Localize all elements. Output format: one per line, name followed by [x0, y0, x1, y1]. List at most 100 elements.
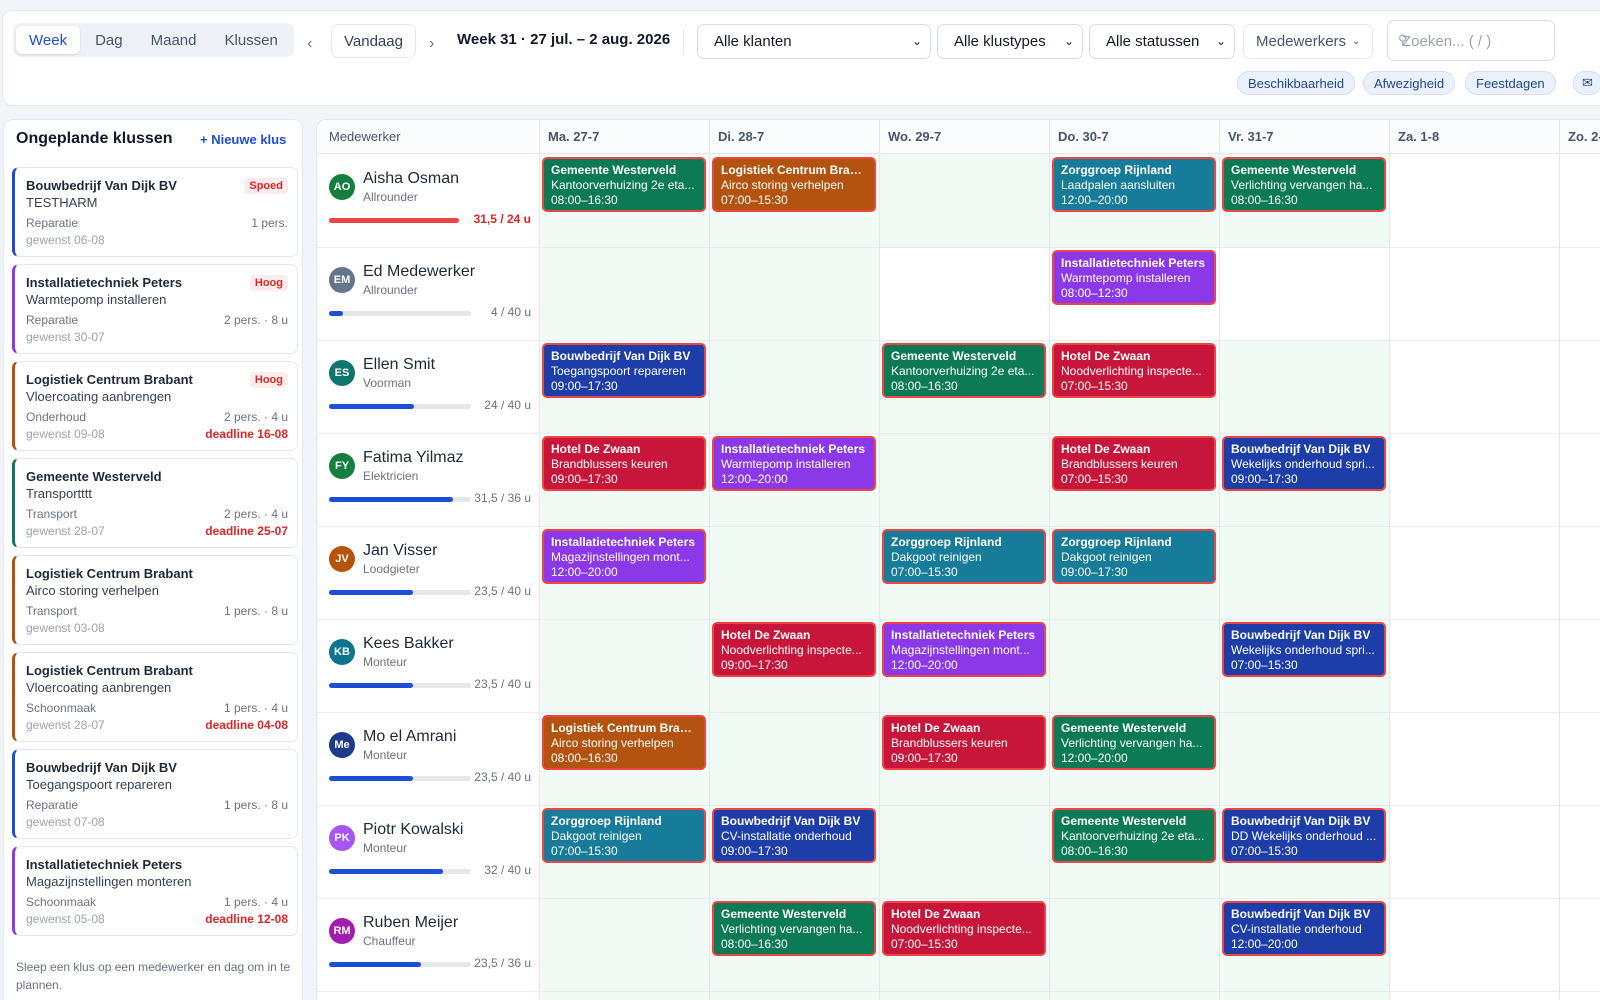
- employee-role: Voorman: [363, 376, 412, 390]
- unplanned-job-card[interactable]: Installatietechniek Peters Warmtepomp ins…: [12, 264, 298, 354]
- absence-toggle[interactable]: Afwezigheid: [1363, 71, 1456, 95]
- planned-job-block[interactable]: Bouwbedrijf Van Dijk BV Toegangspoort rep…: [542, 343, 706, 398]
- employees-filter-label: Medewerkers: [1256, 33, 1347, 50]
- job-client: Zorggroep Rijnland: [1061, 163, 1172, 177]
- planned-job-block[interactable]: Bouwbedrijf Van Dijk BV CV-installatie on…: [1222, 901, 1386, 956]
- holidays-toggle[interactable]: Feestdagen: [1465, 71, 1556, 95]
- day-header: Wo. 29-7: [888, 129, 942, 144]
- view-jobs-tab[interactable]: Klussen: [211, 26, 290, 54]
- chevron-left-icon[interactable]: ‹: [307, 35, 312, 53]
- job-type: Reparatie: [26, 313, 79, 327]
- job-title: Magazijnstellingen mont...: [891, 643, 1030, 657]
- view-month-tab[interactable]: Maand: [138, 26, 210, 54]
- job-type: Reparatie: [26, 798, 79, 812]
- unplanned-job-card[interactable]: Gemeente Westerveld Transportttt Transport…: [12, 458, 298, 548]
- unplanned-job-card[interactable]: Logistiek Centrum Brabant Airco storing v…: [12, 555, 298, 645]
- employee-name: Jan Visser: [363, 542, 438, 559]
- planned-job-block[interactable]: Hotel De Zwaan Brandblussers keuren 09:00–…: [542, 436, 706, 491]
- planned-job-block[interactable]: Bouwbedrijf Van Dijk BV CV-installatie on…: [712, 808, 876, 863]
- day-header: Zo. 2-8: [1568, 129, 1600, 144]
- job-people: 1 pers. · 8 u: [223, 604, 288, 618]
- employee-row-header[interactable]: KB Kees Bakker Monteur 23,5 / 40 u: [317, 619, 537, 712]
- job-wanted-date: gewenst 03-08: [26, 621, 105, 635]
- planned-job-block[interactable]: Logistiek Centrum Brab... Airco storing v…: [542, 715, 706, 770]
- job-type: Transport: [26, 507, 77, 521]
- planned-job-block[interactable]: Hotel De Zwaan Noodverlichting inspecte..…: [1052, 343, 1216, 398]
- availability-toggle[interactable]: Beschikbaarheid: [1237, 71, 1356, 95]
- planned-job-block[interactable]: Hotel De Zwaan Noodverlichting inspecte..…: [882, 901, 1046, 956]
- day-column: [1389, 154, 1559, 1000]
- hours-progress-bar: [329, 311, 471, 316]
- employee-row-header[interactable]: FY Fatima Yilmaz Elektricien 31,5 / 36 u: [317, 433, 537, 526]
- employee-column-header: Medewerker: [329, 129, 401, 144]
- planned-job-block[interactable]: Gemeente Westerveld Kantoorverhuizing 2e …: [542, 157, 706, 212]
- planned-job-block[interactable]: Bouwbedrijf Van Dijk BV Wekelijks onderho…: [1222, 622, 1386, 677]
- job-client: Bouwbedrijf Van Dijk BV: [721, 814, 861, 828]
- employee-row-header[interactable]: Me Mo el Amrani Monteur 23,5 / 40 u: [317, 712, 537, 805]
- client-filter-select[interactable]: Alle klanten ⌄: [697, 24, 931, 59]
- unplanned-job-card[interactable]: Logistiek Centrum Brabant Vloercoating aa…: [12, 361, 298, 451]
- view-day-tab[interactable]: Dag: [82, 26, 136, 54]
- employees-filter-button[interactable]: Medewerkers ⌄: [1243, 24, 1374, 59]
- employee-row-header[interactable]: PK Piotr Kowalski Monteur 32 / 40 u: [317, 805, 537, 898]
- employee-row-header[interactable]: EM Ed Medewerker Allrounder 4 / 40 u: [317, 247, 537, 340]
- employee-role: Elektricien: [363, 469, 419, 483]
- employee-role: Loodgieter: [363, 562, 420, 576]
- planned-job-block[interactable]: Installatietechniek Peters Magazijnstelli…: [542, 529, 706, 584]
- employee-row-header[interactable]: JV Jan Visser Loodgieter 23,5 / 40 u: [317, 526, 537, 619]
- employee-row-header[interactable]: RM Ruben Meijer Chauffeur 23,5 / 36 u: [317, 898, 537, 991]
- job-people: 1 pers. · 4 u: [223, 895, 288, 909]
- unplanned-job-card[interactable]: Installatietechniek Peters Magazijnstelli…: [12, 846, 298, 936]
- employee-row-header[interactable]: AO Aisha Osman Allrounder 31,5 / 24 u: [317, 154, 537, 247]
- search-input[interactable]: ⚲ Zoeken... ( / ): [1387, 20, 1555, 61]
- job-client: Bouwbedrijf Van Dijk BV: [1231, 814, 1371, 828]
- planned-job-block[interactable]: Zorggroep Rijnland Dakgoot reinigen 07:00–…: [882, 529, 1046, 584]
- planned-job-block[interactable]: Hotel De Zwaan Noodverlichting inspecte..…: [712, 622, 876, 677]
- hours-progress-fill: [329, 311, 343, 316]
- job-time: 07:00–15:30: [891, 937, 958, 951]
- job-title: Brandblussers keuren: [551, 457, 668, 471]
- job-deadline: deadline 16-08: [205, 427, 288, 441]
- planned-job-block[interactable]: Zorggroep Rijnland Laadpalen aansluiten 12…: [1052, 157, 1216, 212]
- chevron-right-icon[interactable]: ›: [429, 35, 434, 53]
- employee-row-header[interactable]: ES Ellen Smit Voorman 24 / 40 u: [317, 340, 537, 433]
- unplanned-job-card[interactable]: Bouwbedrijf Van Dijk BV TESTHARM Reparatie…: [12, 167, 298, 257]
- view-week-tab[interactable]: Week: [16, 26, 81, 54]
- hours-label: 23,5 / 40 u: [474, 677, 531, 691]
- planned-job-block[interactable]: Hotel De Zwaan Brandblussers keuren 07:00–…: [1052, 436, 1216, 491]
- planned-job-block[interactable]: Bouwbedrijf Van Dijk BV Wekelijks onderho…: [1222, 436, 1386, 491]
- hours-progress-fill: [329, 218, 459, 223]
- job-title: Warmtepomp installeren: [721, 457, 851, 471]
- planned-job-block[interactable]: Gemeente Westerveld Kantoorverhuizing 2e …: [1052, 808, 1216, 863]
- job-client: Logistiek Centrum Brab...: [721, 163, 867, 177]
- unplanned-job-card[interactable]: Logistiek Centrum Brabant Vloercoating aa…: [12, 652, 298, 742]
- new-job-button[interactable]: + Nieuwe klus: [200, 132, 286, 147]
- status-filter-select[interactable]: Alle statussen ⌄: [1089, 24, 1235, 59]
- hours-progress-fill: [329, 590, 413, 595]
- planned-job-block[interactable]: Installatietechniek Peters Magazijnstelli…: [882, 622, 1046, 677]
- job-time: 07:00–15:30: [1061, 472, 1128, 486]
- chevron-down-icon: ⌄: [1215, 34, 1226, 48]
- planned-job-block[interactable]: Logistiek Centrum Brab... Airco storing v…: [712, 157, 876, 212]
- inbox-icon[interactable]: ✉: [1573, 71, 1600, 95]
- planned-job-block[interactable]: Gemeente Westerveld Verlichting vervangen…: [1052, 715, 1216, 770]
- job-type: Schoonmaak: [26, 701, 97, 715]
- planned-job-block[interactable]: Zorggroep Rijnland Dakgoot reinigen 07:00–…: [542, 808, 706, 863]
- job-time: 07:00–15:30: [1061, 379, 1128, 393]
- planned-job-block[interactable]: Bouwbedrijf Van Dijk BV DD Wekelijks onde…: [1222, 808, 1386, 863]
- planned-job-block[interactable]: Gemeente Westerveld Kantoorverhuizing 2e …: [882, 343, 1046, 398]
- job-title: Brandblussers keuren: [1061, 457, 1178, 471]
- job-client: Logistiek Centrum Brab...: [551, 721, 697, 735]
- planned-job-block[interactable]: Installatietechniek Peters Warmtepomp ins…: [1052, 250, 1216, 305]
- planned-job-block[interactable]: Hotel De Zwaan Brandblussers keuren 09:00–…: [882, 715, 1046, 770]
- planned-job-block[interactable]: Gemeente Westerveld Verlichting vervangen…: [712, 901, 876, 956]
- planned-job-block[interactable]: Zorggroep Rijnland Dakgoot reinigen 09:00–…: [1052, 529, 1216, 584]
- job-title: Toegangspoort repareren: [551, 364, 686, 378]
- column-divider: [1049, 120, 1050, 1000]
- planned-job-block[interactable]: Gemeente Westerveld Verlichting vervangen…: [1222, 157, 1386, 212]
- hours-progress-bar: [329, 683, 471, 688]
- unplanned-job-card[interactable]: Bouwbedrijf Van Dijk BV Toegangspoort rep…: [12, 749, 298, 839]
- today-button[interactable]: Vandaag: [331, 24, 416, 58]
- planned-job-block[interactable]: Installatietechniek Peters Warmtepomp ins…: [712, 436, 876, 491]
- jobtype-filter-select[interactable]: Alle klustypes ⌄: [937, 24, 1083, 59]
